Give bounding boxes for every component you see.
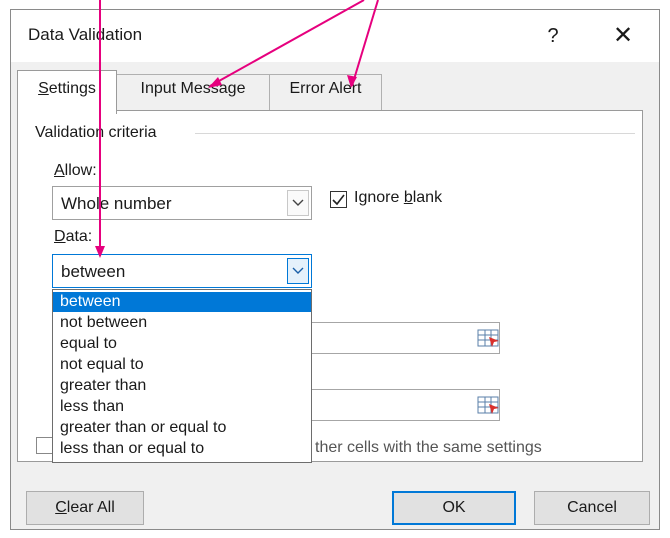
- clear-all-button[interactable]: Clear All: [26, 491, 144, 525]
- dropdown-option[interactable]: greater than: [53, 376, 311, 396]
- data-mnemonic: D: [54, 228, 66, 245]
- window-title: Data Validation: [28, 25, 143, 44]
- data-combobox[interactable]: between: [52, 254, 312, 288]
- data-value: between: [61, 262, 126, 281]
- ignore-blank-text: Ignore: [354, 189, 404, 206]
- data-label-text: ata:: [65, 228, 93, 245]
- allow-label-text: llow:: [64, 162, 97, 179]
- tab-settings-label: ettings: [48, 80, 96, 97]
- dropdown-option[interactable]: less than or equal to: [53, 439, 311, 459]
- allow-label: Allow:: [54, 162, 97, 180]
- ignore-blank-text-end: lank: [412, 189, 443, 206]
- tab-error-alert[interactable]: Error Alert: [270, 74, 382, 110]
- tab-input-message[interactable]: Input Message: [117, 74, 270, 110]
- maximum-field[interactable]: [310, 389, 500, 421]
- range-select-icon[interactable]: [477, 327, 503, 349]
- dropdown-option[interactable]: greater than or equal to: [53, 418, 311, 438]
- tab-settings[interactable]: Settings: [17, 70, 117, 114]
- chevron-down-icon[interactable]: [287, 258, 309, 284]
- dropdown-option[interactable]: between: [53, 292, 311, 312]
- cancel-button[interactable]: Cancel: [534, 491, 650, 525]
- clear-all-label: lear All: [66, 499, 115, 516]
- group-divider: [195, 133, 635, 134]
- allow-value: Whole number: [61, 194, 172, 213]
- data-label: Data:: [54, 228, 92, 246]
- allow-combobox[interactable]: Whole number: [52, 186, 312, 220]
- chevron-down-icon[interactable]: [287, 190, 309, 216]
- dropdown-option[interactable]: not equal to: [53, 355, 311, 375]
- dropdown-option[interactable]: equal to: [53, 334, 311, 354]
- data-dropdown-list: between not between equal to not equal t…: [52, 289, 312, 463]
- title-bar: Data Validation ? ✕: [11, 10, 659, 62]
- dropdown-option[interactable]: less than: [53, 397, 311, 417]
- range-select-icon[interactable]: [477, 394, 503, 416]
- ignore-blank-mnemonic: b: [403, 189, 413, 206]
- minimum-field[interactable]: [310, 322, 500, 354]
- close-icon[interactable]: ✕: [601, 20, 645, 52]
- dropdown-option[interactable]: not between: [53, 313, 311, 333]
- apply-all-label[interactable]: ther cells with the same settings: [315, 439, 542, 457]
- tab-settings-mnemonic: S: [38, 80, 49, 97]
- ignore-blank-checkbox[interactable]: [330, 191, 347, 208]
- checkmark-icon: [332, 194, 345, 206]
- ignore-blank-label[interactable]: Ignore blank: [354, 189, 442, 207]
- help-icon[interactable]: ?: [533, 20, 573, 52]
- clear-all-mnemonic: C: [55, 499, 67, 516]
- allow-mnemonic: A: [54, 162, 65, 179]
- validation-criteria-label: Validation criteria: [35, 124, 157, 141]
- apply-all-checkbox[interactable]: [36, 437, 53, 454]
- ok-button[interactable]: OK: [392, 491, 516, 525]
